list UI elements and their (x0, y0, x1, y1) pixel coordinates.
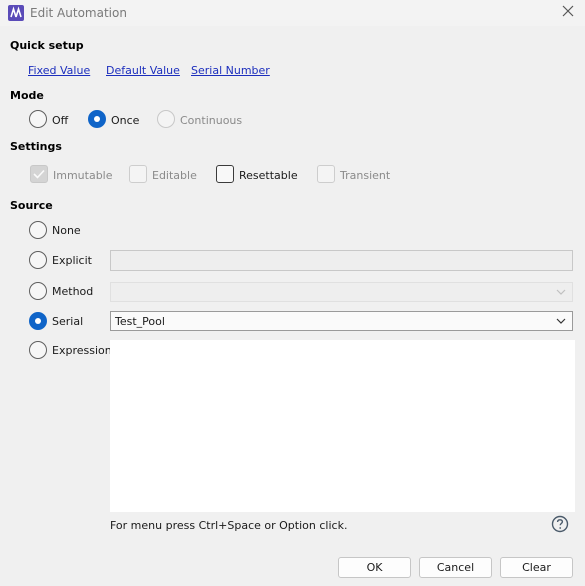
cancel-button[interactable]: Cancel (419, 557, 492, 578)
source-method-radio[interactable] (29, 282, 47, 300)
immutable-label: Immutable (53, 169, 113, 182)
source-explicit-radio[interactable] (29, 251, 47, 269)
source-explicit-label: Explicit (52, 254, 92, 267)
editable-checkbox[interactable] (129, 165, 147, 183)
clear-button[interactable]: Clear (500, 557, 573, 578)
close-button[interactable] (556, 3, 580, 23)
mode-off-radio[interactable] (29, 110, 47, 128)
default-value-link[interactable]: Default Value (106, 64, 180, 77)
menu-hint-text: For menu press Ctrl+Space or Option clic… (110, 519, 348, 532)
expression-textarea[interactable] (110, 340, 575, 512)
immutable-checkbox[interactable] (30, 165, 48, 183)
window-title: Edit Automation (30, 6, 127, 20)
source-expression-radio[interactable] (29, 341, 47, 359)
source-none-radio[interactable] (29, 221, 47, 239)
source-serial-label: Serial (52, 315, 84, 328)
mode-once-radio[interactable] (88, 110, 106, 128)
mode-off-label: Off (52, 114, 69, 127)
transient-checkbox[interactable] (317, 165, 335, 183)
serial-value: Test_Pool (115, 315, 165, 328)
quick-setup-heading: Quick setup (10, 39, 84, 52)
help-icon (551, 515, 569, 533)
chevron-down-icon (556, 289, 566, 295)
source-none-label: None (52, 224, 81, 237)
app-logo-icon (8, 5, 24, 21)
fixed-value-link[interactable]: Fixed Value (28, 64, 90, 77)
source-heading: Source (10, 199, 53, 212)
method-select[interactable] (110, 282, 573, 302)
mode-continuous-label: Continuous (180, 114, 243, 127)
transient-label: Transient (340, 169, 391, 182)
resettable-label: Resettable (239, 169, 298, 182)
mode-continuous-radio[interactable] (157, 110, 175, 128)
serial-select[interactable]: Test_Pool (110, 311, 573, 331)
help-button[interactable] (551, 515, 569, 533)
mode-once-label: Once (111, 114, 140, 127)
serial-number-link[interactable]: Serial Number (191, 64, 270, 77)
mode-heading: Mode (10, 89, 44, 102)
explicit-value-input[interactable] (110, 250, 573, 271)
resettable-checkbox[interactable] (216, 165, 234, 183)
chevron-down-icon (556, 318, 566, 324)
editable-label: Editable (152, 169, 197, 182)
source-method-label: Method (52, 285, 94, 298)
checkmark-icon (33, 169, 45, 179)
settings-heading: Settings (10, 140, 62, 153)
close-icon (562, 5, 574, 17)
ok-button[interactable]: OK (338, 557, 411, 578)
source-serial-radio[interactable] (29, 312, 47, 330)
source-expression-label: Expression (52, 344, 112, 357)
